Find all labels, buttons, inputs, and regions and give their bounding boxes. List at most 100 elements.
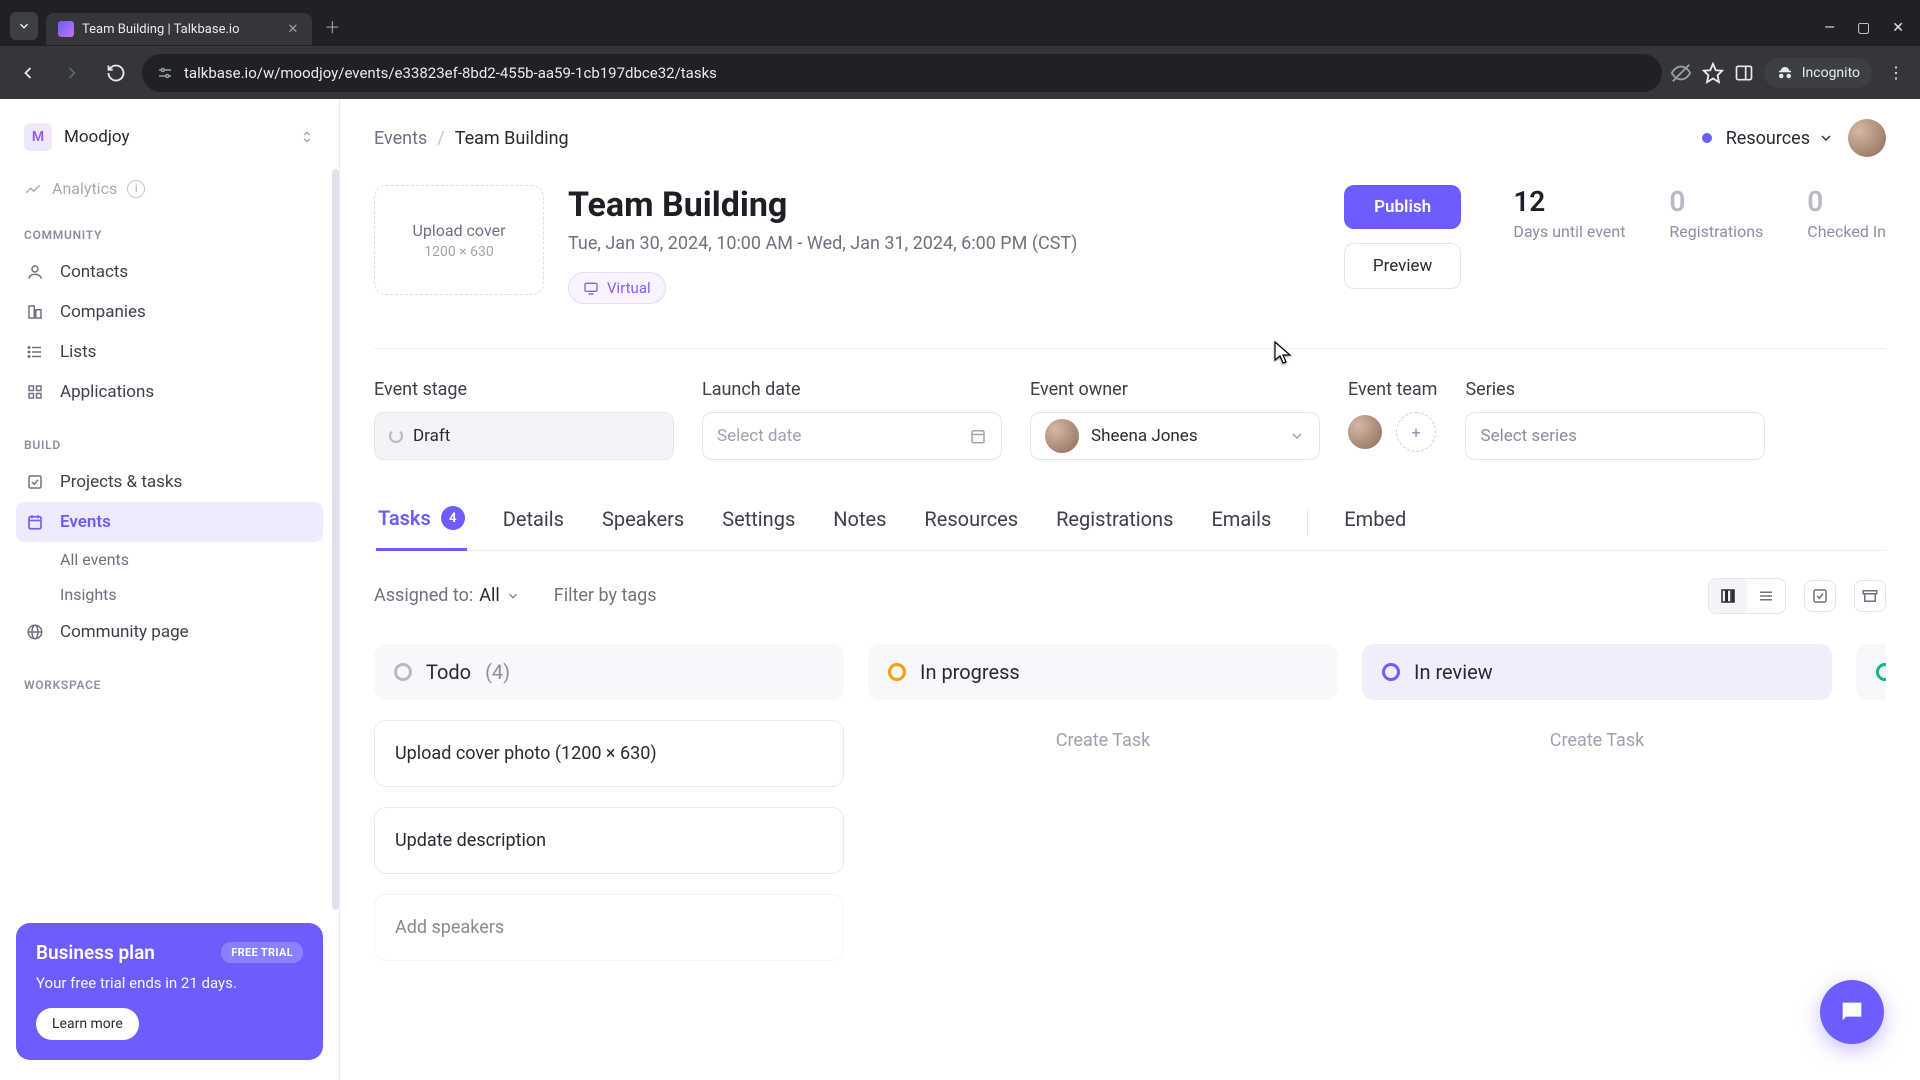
- sidepanel-icon[interactable]: [1734, 63, 1754, 83]
- close-window-button[interactable]: ✕: [1892, 20, 1904, 36]
- spinner-icon: [389, 429, 403, 443]
- field-event-team: Event team +: [1348, 379, 1437, 460]
- recent-tabs-button[interactable]: [10, 12, 38, 40]
- list-view-button[interactable]: [1747, 579, 1785, 613]
- workspace-switcher[interactable]: M Moodjoy: [16, 117, 323, 157]
- promo-cta-button[interactable]: Learn more: [36, 1008, 139, 1040]
- back-button[interactable]: [10, 55, 46, 91]
- preview-button[interactable]: Preview: [1344, 243, 1461, 289]
- tracking-icon[interactable]: [1670, 62, 1692, 84]
- close-tab-icon[interactable]: ✕: [288, 22, 299, 37]
- browser-menu-icon[interactable]: ⋮: [1882, 63, 1910, 82]
- event-date: Tue, Jan 30, 2024, 10:00 AM - Wed, Jan 3…: [568, 233, 1128, 254]
- projects-icon: [26, 473, 46, 491]
- sidebar-item-applications[interactable]: Applications: [16, 372, 323, 412]
- column-header-todo: Todo (4): [374, 644, 844, 700]
- bookmark-icon[interactable]: [1702, 62, 1724, 84]
- owner-select[interactable]: Sheena Jones: [1030, 412, 1320, 460]
- incognito-label: Incognito: [1802, 65, 1860, 81]
- task-card[interactable]: Upload cover photo (1200 × 630): [374, 720, 844, 787]
- promo-title: Business plan: [36, 941, 155, 964]
- maximize-button[interactable]: ▢: [1857, 20, 1870, 36]
- tab-settings[interactable]: Settings: [720, 506, 797, 550]
- task-filters: Assigned to: All: [374, 577, 1886, 614]
- sidebar-sub-insights[interactable]: Insights: [16, 577, 323, 612]
- chevron-down-icon: [1818, 130, 1834, 146]
- task-card[interactable]: Add speakers: [374, 894, 844, 961]
- resources-dropdown[interactable]: Resources: [1726, 128, 1834, 149]
- tab-details[interactable]: Details: [501, 506, 566, 550]
- promo-badge: FREE TRIAL: [221, 942, 303, 963]
- kanban-board: Todo (4) Upload cover photo (1200 × 630)…: [374, 644, 1886, 961]
- section-community: COMMUNITY: [24, 228, 315, 242]
- topbar: Events / Team Building Resources: [340, 99, 1920, 177]
- publish-button[interactable]: Publish: [1344, 185, 1461, 229]
- series-select[interactable]: Select series: [1465, 412, 1765, 460]
- tab-title: Team Building | Talkbase.io: [82, 22, 240, 37]
- favicon: [58, 21, 74, 37]
- tab-emails[interactable]: Emails: [1209, 506, 1273, 550]
- board-view-button[interactable]: [1709, 579, 1747, 613]
- sidebar-item-events[interactable]: Events: [16, 502, 323, 542]
- task-card[interactable]: Update description: [374, 807, 844, 874]
- chevron-down-icon: [506, 589, 520, 603]
- team-member-avatar[interactable]: [1348, 415, 1382, 449]
- tag-filter-input[interactable]: [546, 577, 786, 614]
- tasks-count-badge: 4: [441, 506, 465, 530]
- tab-resources[interactable]: Resources: [922, 506, 1020, 550]
- status-ring-review: [1382, 663, 1400, 681]
- tab-speakers[interactable]: Speakers: [600, 506, 686, 550]
- event-tabs: Tasks 4 Details Speakers Settings Notes …: [374, 506, 1886, 551]
- section-build: BUILD: [24, 438, 315, 452]
- lists-icon: [26, 343, 46, 361]
- window-controls: — ▢ ✕: [1818, 20, 1910, 46]
- stat-days: 12 Days until event: [1513, 185, 1625, 241]
- status-ring-progress: [888, 663, 906, 681]
- applications-icon: [26, 383, 46, 401]
- field-series: Series Select series: [1465, 379, 1765, 460]
- user-avatar[interactable]: [1848, 119, 1886, 157]
- stage-select[interactable]: Draft: [374, 412, 674, 460]
- format-pill[interactable]: Virtual: [568, 272, 666, 304]
- browser-tab[interactable]: Team Building | Talkbase.io ✕: [46, 13, 312, 45]
- companies-icon: [26, 303, 46, 321]
- address-bar[interactable]: talkbase.io/w/moodjoy/events/e33823ef-8b…: [142, 54, 1662, 92]
- assigned-filter[interactable]: Assigned to: All: [374, 585, 520, 606]
- upload-cover-button[interactable]: Upload cover 1200 × 630: [374, 185, 544, 295]
- chevron-updown-icon: [299, 127, 315, 147]
- column-header-review: In review: [1362, 644, 1832, 700]
- sidebar-item-contacts[interactable]: Contacts: [16, 252, 323, 292]
- select-tasks-button[interactable]: [1804, 580, 1836, 612]
- tab-tasks[interactable]: Tasks 4: [376, 506, 467, 551]
- view-mode-toggle: [1708, 578, 1786, 614]
- tab-embed[interactable]: Embed: [1342, 506, 1408, 550]
- tab-notes[interactable]: Notes: [831, 506, 888, 550]
- sidebar-item-companies[interactable]: Companies: [16, 292, 323, 332]
- sidebar-item-community-page[interactable]: Community page: [16, 612, 323, 652]
- sidebar-scrollbar[interactable]: [332, 169, 339, 910]
- sidebar-item-projects[interactable]: Projects & tasks: [16, 462, 323, 502]
- workspace-badge: M: [24, 123, 52, 151]
- new-tab-button[interactable]: ＋: [318, 12, 346, 40]
- forward-button[interactable]: [54, 55, 90, 91]
- sidebar-item-analytics[interactable]: Analytics i: [16, 175, 323, 202]
- breadcrumb-root[interactable]: Events: [374, 128, 427, 149]
- launch-date-picker[interactable]: Select date: [702, 412, 1002, 460]
- incognito-badge[interactable]: Incognito: [1764, 58, 1872, 88]
- site-settings-icon[interactable]: [156, 64, 174, 82]
- add-team-member-button[interactable]: +: [1396, 412, 1436, 452]
- contacts-icon: [26, 263, 46, 281]
- chat-widget-button[interactable]: [1820, 980, 1884, 1044]
- chevron-down-icon: [1289, 428, 1305, 444]
- sidebar: M Moodjoy Analytics i COMMUNITY Contacts…: [0, 99, 340, 1080]
- create-task-button[interactable]: Create Task: [1362, 700, 1832, 781]
- create-task-button[interactable]: Create Task: [868, 700, 1338, 781]
- events-icon: [26, 513, 46, 531]
- browser-toolbar: talkbase.io/w/moodjoy/events/e33823ef-8b…: [0, 46, 1920, 99]
- sidebar-item-lists[interactable]: Lists: [16, 332, 323, 372]
- reload-button[interactable]: [98, 55, 134, 91]
- sidebar-sub-all-events[interactable]: All events: [16, 542, 323, 577]
- minimize-button[interactable]: —: [1824, 20, 1835, 36]
- archive-button[interactable]: [1854, 580, 1886, 612]
- tab-registrations[interactable]: Registrations: [1054, 506, 1175, 550]
